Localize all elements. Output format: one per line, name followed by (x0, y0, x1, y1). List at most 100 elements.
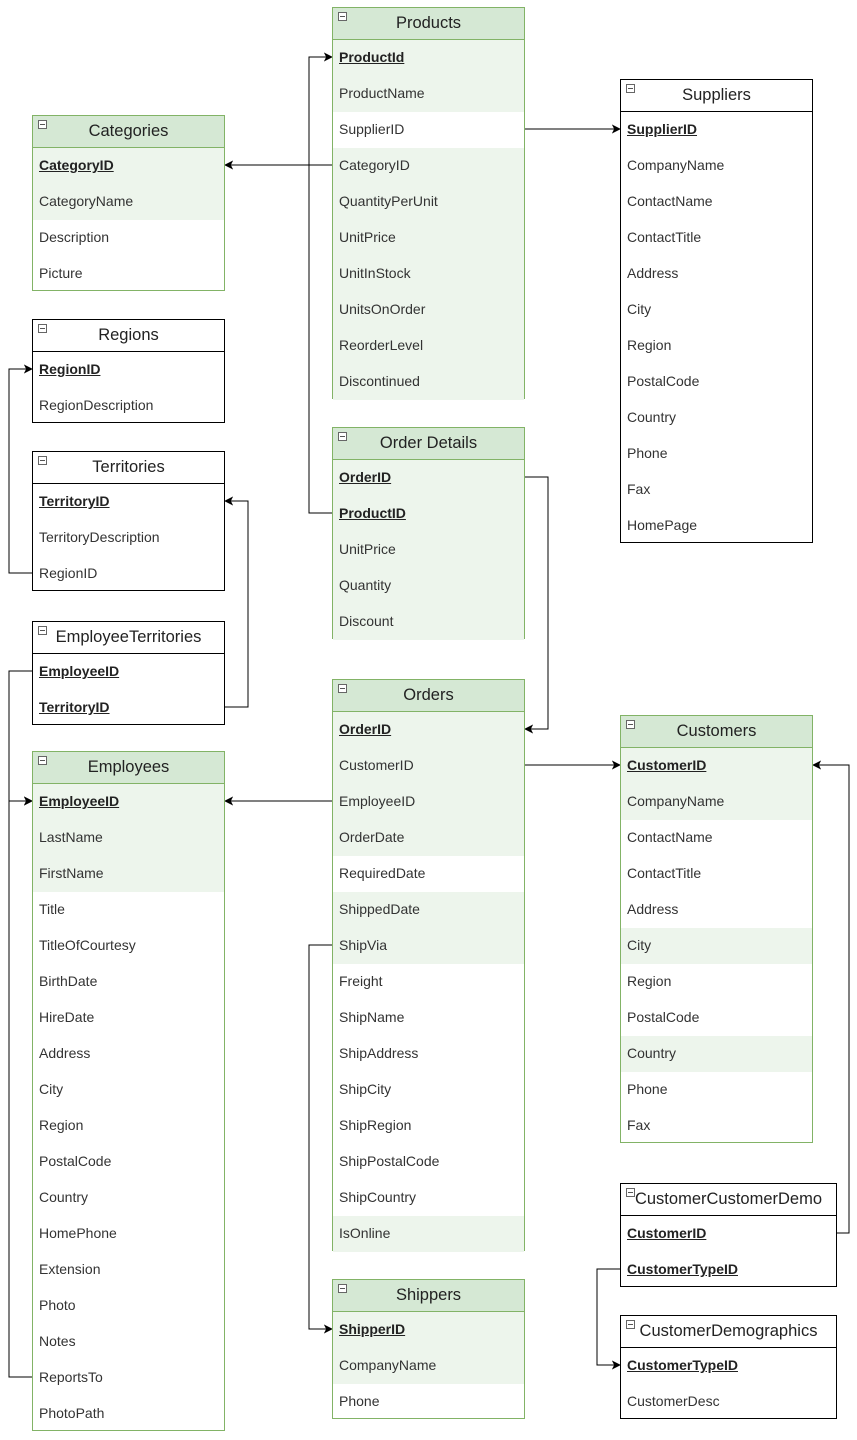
table-field[interactable]: ReportsTo (33, 1360, 224, 1396)
table-field[interactable]: ShipCity (333, 1072, 524, 1108)
table-header[interactable]: Customers (621, 716, 812, 748)
collapse-minus-icon[interactable] (38, 324, 47, 333)
table-field[interactable]: ShipCountry (333, 1180, 524, 1216)
table-field[interactable]: CustomerDesc (621, 1384, 836, 1420)
table-header[interactable]: Territories (33, 452, 224, 484)
table-field[interactable]: LastName (33, 820, 224, 856)
table-field[interactable]: IsOnline (333, 1216, 524, 1252)
table-suppliers[interactable]: Suppliers SupplierID CompanyName ContactNam… (620, 79, 813, 543)
primary-key-field[interactable]: CustomerTypeID (621, 1348, 836, 1384)
primary-key-field[interactable]: OrderID (333, 712, 524, 748)
table-field[interactable]: ContactTitle (621, 856, 812, 892)
table-header[interactable]: CustomerCustomerDemo (621, 1184, 836, 1216)
primary-key-field[interactable]: EmployeeID (33, 784, 224, 820)
collapse-minus-icon[interactable] (38, 456, 47, 465)
table-field[interactable]: Address (621, 256, 812, 292)
primary-key-field[interactable]: TerritoryID (33, 484, 224, 520)
table-field[interactable]: ContactTitle (621, 220, 812, 256)
table-field[interactable]: Country (621, 400, 812, 436)
primary-key-field[interactable]: CustomerTypeID (621, 1252, 836, 1288)
relationship-arrow-employeeterritories-to-territories[interactable] (224, 496, 249, 708)
primary-key-field[interactable]: EmployeeID (33, 654, 224, 690)
table-field[interactable]: CategoryID (333, 148, 524, 184)
table-header[interactable]: Shippers (333, 1280, 524, 1312)
table-field[interactable]: Phone (333, 1384, 524, 1420)
table-field[interactable]: Region (33, 1108, 224, 1144)
table-field[interactable]: City (33, 1072, 224, 1108)
table-shippers[interactable]: Shippers ShipperID CompanyName Phone (332, 1279, 525, 1419)
table-field[interactable]: EmployeeID (333, 784, 524, 820)
primary-key-field[interactable]: CategoryID (33, 148, 224, 184)
table-field[interactable]: BirthDate (33, 964, 224, 1000)
table-orders[interactable]: Orders OrderID CustomerID EmployeeID OrderDa… (332, 679, 525, 1252)
table-header[interactable]: Suppliers (621, 80, 812, 112)
relationship-arrow-customercustomerdemo-to-customers[interactable] (812, 760, 850, 1234)
collapse-minus-icon[interactable] (626, 720, 635, 729)
table-field[interactable]: ShipRegion (333, 1108, 524, 1144)
table-field[interactable]: CompanyName (621, 784, 812, 820)
table-customers[interactable]: Customers CustomerID CompanyName ContactNam… (620, 715, 813, 1143)
collapse-minus-icon[interactable] (626, 1188, 635, 1197)
table-field[interactable]: Freight (333, 964, 524, 1000)
relationship-arrow-territories-to-regions[interactable] (8, 364, 33, 574)
table-field[interactable]: Region (621, 964, 812, 1000)
table-field[interactable]: Title (33, 892, 224, 928)
collapse-minus-icon[interactable] (38, 120, 47, 129)
table-field[interactable]: QuantityPerUnit (333, 184, 524, 220)
table-field[interactable]: City (621, 292, 812, 328)
collapse-minus-icon[interactable] (38, 626, 47, 635)
collapse-minus-icon[interactable] (626, 1320, 635, 1329)
table-field[interactable]: PostalCode (33, 1144, 224, 1180)
table-regions[interactable]: Regions RegionID RegionDescription (32, 319, 225, 423)
relationship-arrow-employeeterritories-to-employees[interactable] (8, 670, 33, 806)
relationship-arrow-orderdetails-to-orders[interactable] (524, 476, 549, 734)
primary-key-field[interactable]: ProductId (333, 40, 524, 76)
table-customercustomerdemo[interactable]: CustomerCustomerDemo CustomerID CustomerTy… (620, 1183, 837, 1287)
table-field[interactable]: PhotoPath (33, 1396, 224, 1432)
table-field[interactable]: PostalCode (621, 1000, 812, 1036)
table-field[interactable]: Photo (33, 1288, 224, 1324)
table-field[interactable]: Phone (621, 1072, 812, 1108)
table-field[interactable]: OrderDate (333, 820, 524, 856)
primary-key-field[interactable]: ProductID (333, 496, 524, 532)
table-field[interactable]: ContactName (621, 184, 812, 220)
table-customerdemographics[interactable]: CustomerDemographics CustomerTypeID Custom… (620, 1315, 837, 1419)
table-field[interactable]: Picture (33, 256, 224, 292)
table-field[interactable]: TerritoryDescription (33, 520, 224, 556)
table-header[interactable]: Employees (33, 752, 224, 784)
table-field[interactable]: Region (621, 328, 812, 364)
collapse-minus-icon[interactable] (626, 84, 635, 93)
table-field[interactable]: Fax (621, 1108, 812, 1144)
table-header[interactable]: Categories (33, 116, 224, 148)
table-field[interactable]: HomePage (621, 508, 812, 544)
table-orderdetails[interactable]: Order Details OrderID ProductID UnitPrice Qu… (332, 427, 525, 640)
collapse-minus-icon[interactable] (38, 756, 47, 765)
relationship-arrow-employees-to-employees[interactable] (8, 796, 33, 1378)
primary-key-field[interactable]: ShipperID (333, 1312, 524, 1348)
table-header[interactable]: Orders (333, 680, 524, 712)
table-field[interactable]: UnitsOnOrder (333, 292, 524, 328)
table-field[interactable]: CompanyName (333, 1348, 524, 1384)
table-field[interactable]: CategoryName (33, 184, 224, 220)
table-field[interactable]: UnitPrice (333, 220, 524, 256)
collapse-minus-icon[interactable] (338, 1284, 347, 1293)
table-field[interactable]: ShipAddress (333, 1036, 524, 1072)
table-header[interactable]: Regions (33, 320, 224, 352)
primary-key-field[interactable]: CustomerID (621, 1216, 836, 1252)
relationship-arrow-customercustomerdemo-to-customerdemographics[interactable] (596, 1268, 621, 1370)
table-header[interactable]: Order Details (333, 428, 524, 460)
table-field[interactable]: PostalCode (621, 364, 812, 400)
relationship-arrow-orderdetails-to-products[interactable] (308, 52, 333, 514)
table-field[interactable]: ShipPostalCode (333, 1144, 524, 1180)
table-field[interactable]: UnitPrice (333, 532, 524, 568)
table-field[interactable]: Country (621, 1036, 812, 1072)
table-field[interactable]: SupplierID (333, 112, 524, 148)
table-field[interactable]: Address (33, 1036, 224, 1072)
table-employees[interactable]: Employees EmployeeID LastName FirstName Titl… (32, 751, 225, 1431)
collapse-minus-icon[interactable] (338, 684, 347, 693)
table-field[interactable]: Fax (621, 472, 812, 508)
table-header[interactable]: Products (333, 8, 524, 40)
table-categories[interactable]: Categories CategoryID CategoryName Descript… (32, 115, 225, 291)
table-employeeterritories[interactable]: EmployeeTerritories EmployeeID TerritoryID (32, 621, 225, 725)
table-header[interactable]: EmployeeTerritories (33, 622, 224, 654)
